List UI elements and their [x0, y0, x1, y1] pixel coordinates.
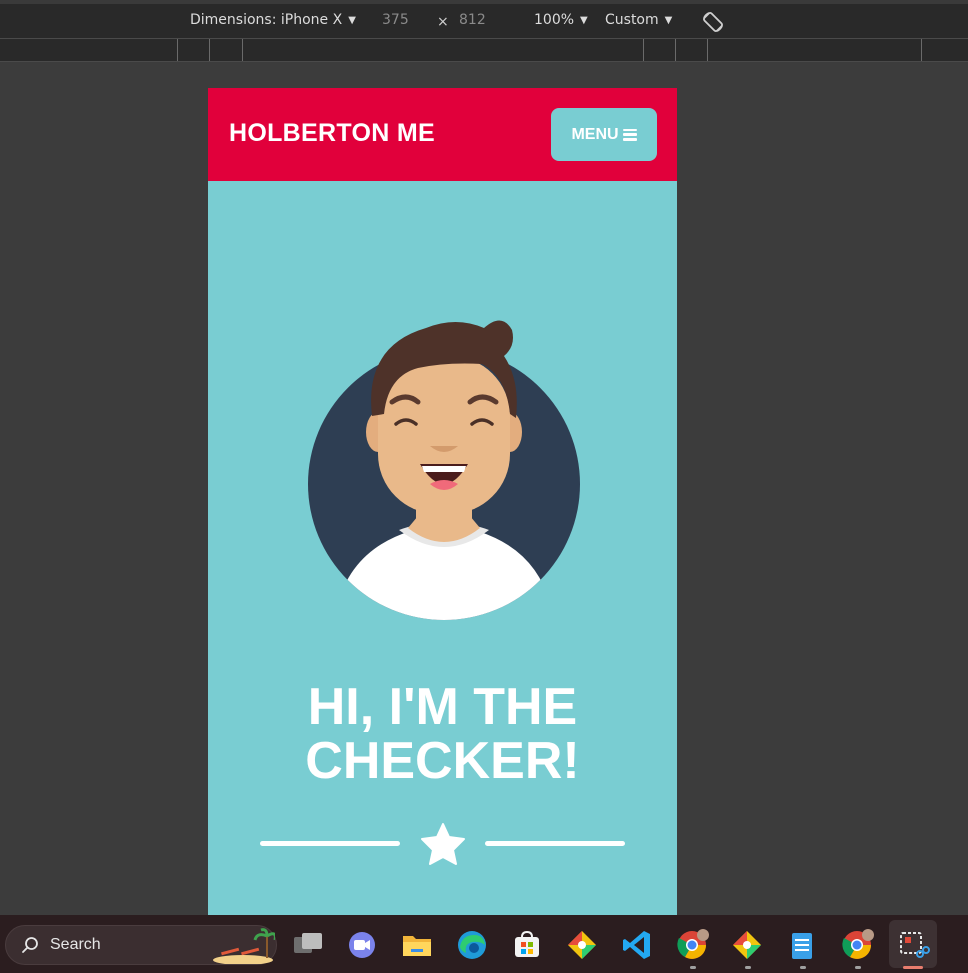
star-icon: [421, 823, 465, 865]
times-icon: ×: [437, 14, 449, 30]
search-icon: [22, 937, 38, 953]
microsoft-store-icon[interactable]: [509, 927, 545, 963]
chevron-down-icon: ▼: [664, 15, 673, 26]
active-indicator: [903, 966, 923, 969]
git-icon[interactable]: [564, 927, 600, 963]
chrome-icon[interactable]: [674, 927, 710, 963]
hero-title-line-2: CHECKER!: [305, 732, 580, 790]
site-header: HOLBERTON ME MENU: [208, 88, 677, 181]
taskbar-search[interactable]: Search: [5, 925, 277, 965]
edge-icon[interactable]: [454, 927, 490, 963]
media-query-ruler: [0, 38, 968, 62]
hamburger-icon: [622, 128, 637, 141]
zoom-dropdown[interactable]: 100% ▼: [534, 12, 588, 28]
ruler-tick: [921, 39, 922, 61]
throttle-label: Custom: [605, 12, 659, 28]
snipping-tool-icon[interactable]: [895, 927, 931, 963]
running-indicator: [690, 966, 696, 969]
ruler-tick: [707, 39, 708, 61]
ruler-tick: [242, 39, 243, 61]
running-indicator: [800, 966, 806, 969]
divider-line-right: [485, 841, 625, 846]
beach-illustration-icon: [213, 928, 275, 964]
running-indicator: [855, 966, 861, 969]
chevron-down-icon: ▼: [348, 15, 356, 26]
chevron-down-icon: ▼: [580, 15, 588, 26]
height-input[interactable]: 812: [459, 12, 486, 28]
site-brand[interactable]: HOLBERTON ME: [229, 119, 435, 148]
divider-line-left: [260, 841, 400, 846]
taskbar: Search: [0, 915, 968, 973]
running-indicator: [745, 966, 751, 969]
ruler-tick: [209, 39, 210, 61]
ruler-tick: [675, 39, 676, 61]
file-explorer-icon[interactable]: [399, 927, 435, 963]
zoom-label: 100%: [534, 12, 575, 28]
menu-button[interactable]: MENU: [551, 108, 657, 161]
hero-title-line-1: HI, I'M THE: [307, 678, 578, 736]
ruler-tick: [177, 39, 178, 61]
dimensions-label: Dimensions: iPhone X: [190, 12, 343, 28]
task-view-icon[interactable]: [290, 927, 326, 963]
ruler-tick: [643, 39, 644, 61]
git-icon[interactable]: [729, 927, 765, 963]
throttle-dropdown[interactable]: Custom ▼: [605, 12, 672, 28]
avatar: [308, 320, 580, 620]
menu-label: MENU: [571, 125, 619, 143]
width-input[interactable]: 375: [382, 12, 409, 28]
teams-chat-icon[interactable]: [344, 927, 380, 963]
notepad-icon[interactable]: [784, 927, 820, 963]
device-toolbar: Dimensions: iPhone X ▼ 375 × 812 100% ▼ Cu…: [0, 0, 968, 38]
dimensions-dropdown[interactable]: Dimensions: iPhone X ▼: [190, 12, 356, 28]
rotate-icon[interactable]: [700, 9, 726, 39]
chrome-icon[interactable]: [839, 927, 875, 963]
device-viewport: HOLBERTON ME MENU HI, I'M THE CHECKER!: [208, 88, 677, 915]
hero-title: HI, I'M THE CHECKER!: [208, 680, 677, 788]
vscode-icon[interactable]: [619, 927, 655, 963]
search-label: Search: [50, 936, 101, 953]
